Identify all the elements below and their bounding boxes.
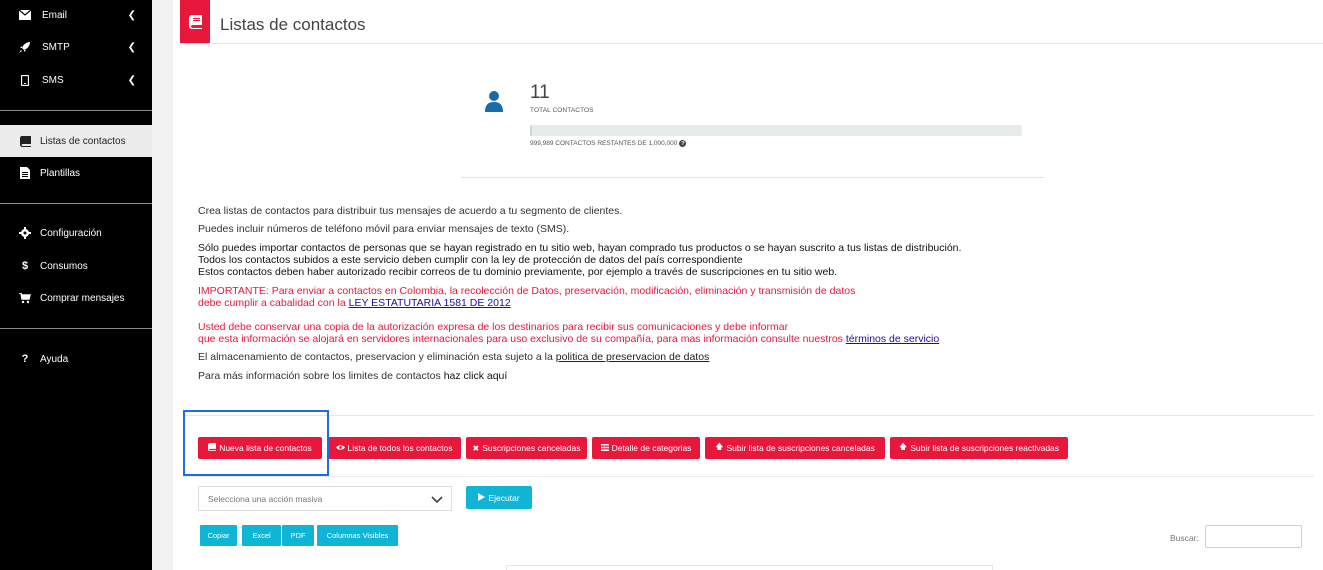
search-input[interactable]	[1205, 525, 1302, 548]
help-circle-icon[interactable]: ?	[679, 140, 687, 147]
sidebar-item-label: SMTP	[42, 41, 70, 53]
info-line: Sólo puedes importar contactos de person…	[198, 242, 962, 254]
progress-fill	[530, 125, 532, 136]
law-link[interactable]: LEY ESTATUTARIA 1581 DE 2012	[349, 297, 511, 309]
sidebar-item-label: Email	[42, 9, 68, 21]
sidebar-item-label: SMS	[42, 74, 64, 86]
storage-text: El almacenamiento de contactos, preserva…	[198, 351, 556, 363]
remaining-contacts: 999,989 CONTACTOS RESTANTES DE 1,000,000…	[530, 140, 687, 147]
sidebar-item-email[interactable]: Email ❮	[0, 0, 152, 30]
execute-button[interactable]: Ejecutar	[466, 486, 532, 509]
upload-reactivated-button[interactable]: 🡅 Subir lista de suscripciones reactivad…	[890, 437, 1068, 459]
chevron-left-icon: ❮	[127, 9, 136, 21]
sidebar-item-settings[interactable]: Configuración	[0, 218, 152, 248]
important-text: debe cumplir a cabalidad con la	[198, 297, 349, 309]
storage-notice: El almacenamiento de contactos, preserva…	[198, 351, 709, 363]
chevron-down-icon	[431, 493, 443, 505]
sidebar-divider	[0, 110, 152, 111]
sidebar-item-help[interactable]: ? Ayuda	[0, 344, 152, 374]
categories-label: Detalle de categorias	[611, 443, 692, 453]
sidebar-divider	[0, 328, 152, 329]
terms-link[interactable]: términos de servicio	[846, 333, 939, 345]
conserve-notice: que esta información se alojará en servi…	[198, 333, 939, 345]
arrow-up-icon: 🡅	[898, 442, 908, 451]
cancelled-subscriptions-button[interactable]: ✖ Suscripciones canceladas	[466, 437, 587, 459]
conserve-notice: Usted debe conservar una copia de la aut…	[198, 321, 789, 333]
conserve-text: que esta información se alojará en servi…	[198, 333, 846, 345]
upload-reactivated-label: Subir lista de suscripciones reactivadas	[910, 443, 1060, 453]
sidebar-item-label: Consumos	[40, 260, 88, 272]
bulk-action-placeholder: Selecciona una acción masiva	[208, 493, 323, 504]
cart-icon	[19, 292, 31, 304]
sidebar-item-consumption[interactable]: $ Consumos	[0, 251, 152, 281]
visible-columns-button[interactable]: Columnas Visibles	[317, 525, 398, 546]
copy-button[interactable]: Copiar	[200, 525, 237, 546]
sidebar-item-label: Listas de contactos	[40, 135, 126, 147]
sidebar-item-buy-messages[interactable]: Comprar mensajes	[0, 283, 152, 313]
stats-divider	[461, 177, 1044, 178]
sidebar-item-label: Configuración	[40, 227, 102, 239]
total-contacts-count: 11	[530, 82, 550, 103]
info-line: Puedes incluir números de teléfono móvil…	[198, 223, 570, 235]
sidebar-divider	[0, 203, 152, 204]
page-header: Listas de contactos	[180, 0, 1323, 44]
user-icon	[483, 90, 505, 112]
page-title: Listas de contactos	[220, 15, 366, 34]
sidebar-item-contact-lists[interactable]: Listas de contactos	[0, 125, 152, 157]
execute-label: Ejecutar	[488, 492, 520, 503]
sidebar-item-label: Comprar mensajes	[40, 292, 125, 304]
more-text: Para más información sobre los limites d…	[198, 370, 444, 382]
gear-icon	[19, 227, 31, 239]
total-contacts-label: TOTAL CONTACTOS	[530, 107, 594, 114]
important-notice: debe cumplir a cabalidad con la LEY ESTA…	[198, 297, 511, 309]
contacts-table	[506, 565, 993, 570]
chevron-left-icon: ❮	[127, 41, 136, 53]
book-icon	[180, 0, 210, 43]
all-contacts-label: Lista de todos los contactos	[347, 443, 453, 453]
list-icon	[600, 443, 609, 453]
envelope-icon	[19, 9, 31, 21]
upload-cancelled-label: Subir lista de suscripciones canceladas	[726, 443, 875, 453]
click-here-link[interactable]: haz click aquí	[444, 370, 508, 382]
book-icon	[19, 135, 31, 147]
arrow-up-icon: 🡅	[715, 442, 724, 451]
section-divider	[183, 415, 1314, 416]
chevron-left-icon: ❮	[127, 74, 136, 86]
upload-cancelled-button[interactable]: 🡅 Subir lista de suscripciones cancelada…	[705, 437, 885, 459]
dollar-icon: $	[21, 260, 29, 272]
policy-link[interactable]: politica de preservacion de datos	[556, 351, 710, 363]
pdf-button[interactable]: PDF	[282, 525, 314, 546]
excel-button[interactable]: Excel	[242, 525, 281, 546]
important-notice: IMPORTANTE: Para enviar a contactos en C…	[198, 285, 856, 297]
remaining-contacts-label: 999,989 CONTACTOS RESTANTES DE 1,000,000	[530, 140, 678, 147]
focus-highlight	[183, 410, 329, 476]
search-label: Buscar:	[1170, 533, 1199, 543]
document-icon	[19, 167, 31, 179]
cancelled-label: Suscripciones canceladas	[482, 443, 581, 453]
contacts-progress-bar	[530, 125, 1022, 136]
content-panel: Listas de contactos 11 TOTAL CONTACTOS 9…	[173, 0, 1323, 570]
sidebar: Email ❮ SMTP ❮ SMS ❮ Listas de contactos…	[0, 0, 152, 570]
all-contacts-button[interactable]: Lista de todos los contactos	[327, 437, 461, 459]
sidebar-item-label: Ayuda	[40, 353, 69, 365]
category-details-button[interactable]: Detalle de categorias	[592, 437, 700, 459]
more-info: Para más información sobre los limites d…	[198, 370, 507, 382]
main-area: Listas de contactos 11 TOTAL CONTACTOS 9…	[152, 0, 1323, 570]
sidebar-item-smtp[interactable]: SMTP ❮	[0, 32, 152, 62]
eye-icon	[335, 444, 345, 453]
sidebar-item-label: Plantillas	[40, 167, 81, 179]
play-icon	[478, 492, 486, 503]
close-icon: ✖	[472, 443, 480, 453]
info-line: Todos los contactos subidos a este servi…	[198, 254, 743, 266]
rocket-icon	[19, 41, 31, 53]
info-line: Estos contactos deben haber autorizado r…	[198, 266, 838, 278]
info-line: Crea listas de contactos para distribuir…	[198, 205, 623, 217]
section-divider	[183, 476, 1314, 477]
sidebar-item-templates[interactable]: Plantillas	[0, 158, 152, 188]
question-icon: ?	[21, 353, 29, 365]
bulk-action-select[interactable]: Selecciona una acción masiva	[198, 486, 452, 511]
mobile-icon	[19, 74, 31, 86]
sidebar-item-sms[interactable]: SMS ❮	[0, 65, 152, 95]
